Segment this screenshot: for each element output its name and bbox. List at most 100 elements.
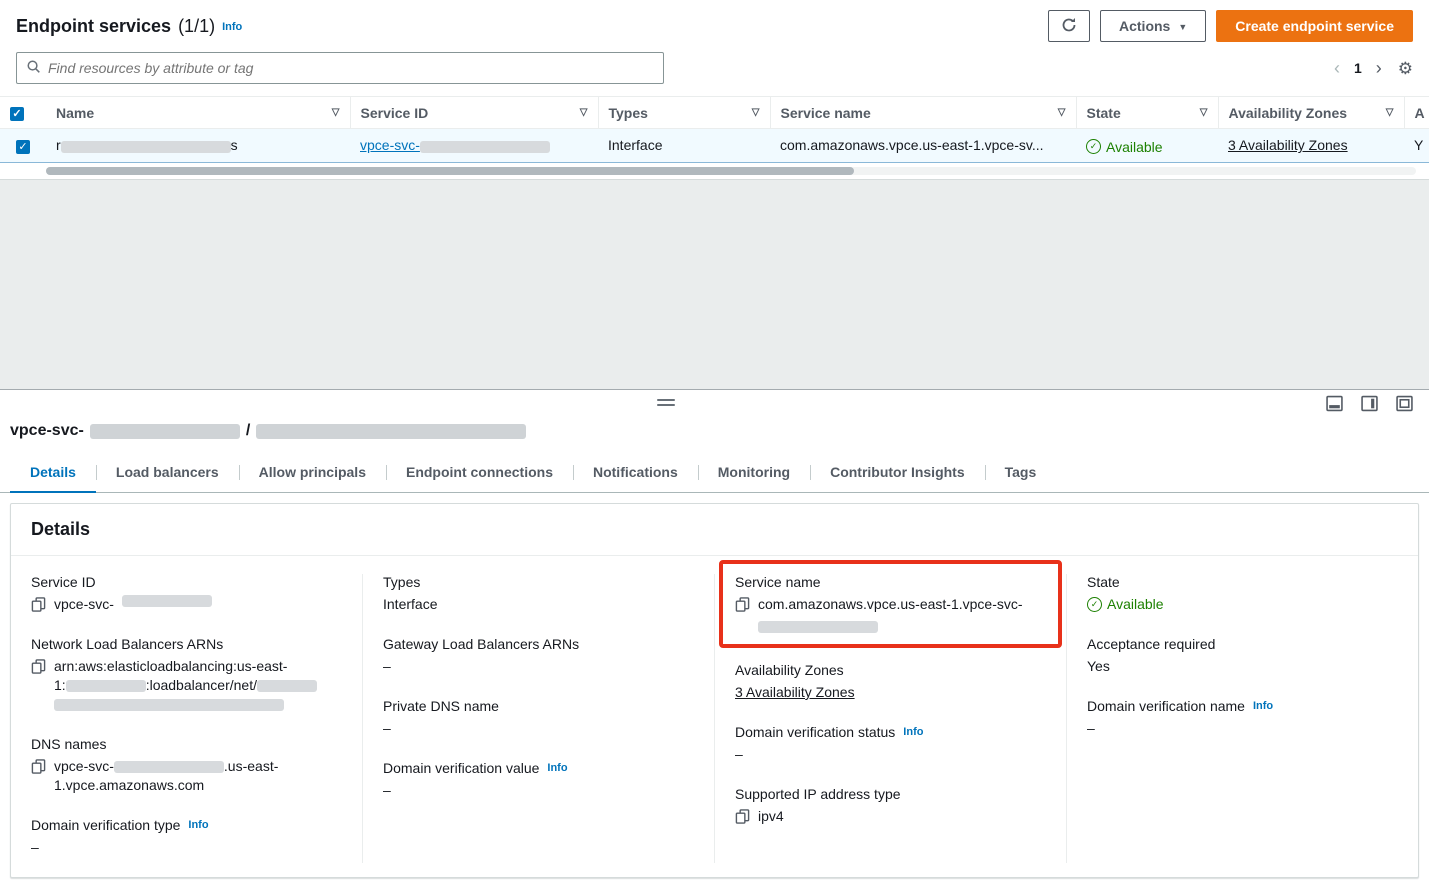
tab-bar: Details Load balancers Allow principals …	[0, 454, 1429, 493]
field-label: Domain verification type	[31, 817, 180, 833]
next-page-icon[interactable]: ›	[1376, 59, 1382, 77]
field-acceptance-required: Acceptance required Yes	[1087, 636, 1398, 676]
dns-value: vpce-svc-.us-east- 1.vpce.amazonaws.com	[54, 757, 278, 795]
info-link[interactable]: Info	[547, 762, 567, 774]
search-box	[16, 52, 664, 84]
cell-availability-zones: 3 Availability Zones	[1218, 129, 1404, 163]
horizontal-scrollbar[interactable]	[46, 167, 1416, 175]
redacted-text	[54, 699, 284, 711]
filter-icon[interactable]: ▽	[1200, 107, 1208, 118]
actions-button[interactable]: Actions ▼	[1100, 10, 1206, 42]
panel-title-text: vpce-svc-	[10, 422, 84, 440]
column-label: Availability Zones	[1229, 105, 1348, 121]
copy-icon[interactable]	[735, 809, 750, 824]
column-header-acceptance-clipped[interactable]: A	[1404, 97, 1429, 129]
copy-icon[interactable]	[31, 659, 46, 674]
info-link[interactable]: Info	[188, 819, 208, 831]
page-number[interactable]: 1	[1354, 60, 1362, 76]
details-heading: Details	[31, 519, 1398, 540]
table-row[interactable]: ✓ rs vpce-svc- Interface com.amazonaws.v…	[0, 129, 1429, 163]
panel-position-side-icon[interactable]	[1361, 395, 1378, 412]
column-header-service-name[interactable]: Service name ▽	[770, 97, 1076, 129]
copy-icon[interactable]	[31, 759, 46, 774]
field-value-text: com.amazonaws.vpce.us-east-1.vpce-svc-	[758, 596, 1023, 612]
field-gateway-lb-arns: Gateway Load Balancers ARNs –	[383, 636, 694, 676]
field-label: Service ID	[31, 574, 96, 590]
field-label: Network Load Balancers ARNs	[31, 636, 223, 652]
search-input[interactable]	[48, 60, 654, 76]
gear-icon[interactable]: ⚙	[1398, 60, 1413, 77]
field-service-id: Service ID vpce-svc-	[31, 574, 342, 614]
panel-top-strip	[0, 390, 1429, 416]
service-name-value: com.amazonaws.vpce.us-east-1.vpce-svc-	[758, 595, 1023, 636]
field-label: Domain verification status	[735, 724, 895, 740]
select-all-checkbox[interactable]: ✓	[10, 107, 24, 121]
tab-monitoring[interactable]: Monitoring	[698, 454, 810, 492]
field-value-text: Yes	[1087, 657, 1110, 676]
column-header-name[interactable]: Name▽	[46, 97, 350, 129]
field-label: Domain verification value	[383, 760, 539, 776]
service-id-link[interactable]: vpce-svc-	[360, 137, 550, 153]
column-header-service-id[interactable]: Service ID▽	[350, 97, 598, 129]
panel-drag-handle[interactable]	[657, 399, 675, 406]
tab-contributor-insights[interactable]: Contributor Insights	[810, 454, 985, 492]
title-group: Endpoint services (1/1) Info	[16, 16, 242, 37]
cell-state: ✓ Available	[1076, 129, 1218, 163]
field-label: Private DNS name	[383, 698, 499, 714]
tab-allow-principals[interactable]: Allow principals	[239, 454, 386, 492]
check-circle-icon: ✓	[1087, 597, 1102, 612]
tab-tags[interactable]: Tags	[985, 454, 1057, 492]
tab-notifications[interactable]: Notifications	[573, 454, 698, 492]
tab-load-balancers[interactable]: Load balancers	[96, 454, 239, 492]
availability-zones-link[interactable]: 3 Availability Zones	[735, 683, 855, 702]
row-select-cell: ✓	[0, 129, 46, 163]
details-column-3: Service name com.amazonaws.vpce.us-east-…	[714, 574, 1066, 863]
tab-endpoint-connections[interactable]: Endpoint connections	[386, 454, 573, 492]
field-supported-ip-type: Supported IP address type ipv4	[735, 786, 1046, 826]
column-label: A	[1415, 105, 1425, 121]
create-endpoint-service-button[interactable]: Create endpoint service	[1216, 10, 1413, 42]
refresh-button[interactable]	[1048, 10, 1090, 42]
panel-position-bottom-icon[interactable]	[1326, 395, 1343, 412]
filter-icon[interactable]: ▽	[1386, 107, 1394, 118]
field-label: DNS names	[31, 736, 106, 752]
field-value-text: vpce-svc-	[54, 595, 114, 614]
filter-icon[interactable]: ▽	[332, 107, 340, 118]
filter-icon[interactable]: ▽	[1058, 107, 1066, 118]
resource-count: (1/1)	[178, 16, 215, 37]
info-link[interactable]: Info	[903, 726, 923, 738]
availability-zones-link[interactable]: 3 Availability Zones	[1228, 137, 1348, 153]
horizontal-scrollbar-thumb[interactable]	[46, 167, 854, 175]
field-label: Availability Zones	[735, 662, 844, 678]
filter-icon[interactable]: ▽	[580, 107, 588, 118]
field-value-text: –	[1087, 719, 1095, 738]
previous-page-icon[interactable]: ‹	[1334, 59, 1340, 77]
column-header-availability-zones[interactable]: Availability Zones ▽	[1218, 97, 1404, 129]
chevron-down-icon: ▼	[1178, 22, 1187, 32]
panel-title-separator: /	[246, 422, 250, 440]
cell-types: Interface	[598, 129, 770, 163]
column-label: State	[1087, 105, 1121, 121]
field-domain-verification-status: Domain verification status Info –	[735, 724, 1046, 764]
row-checkbox[interactable]: ✓	[16, 140, 30, 154]
column-header-state[interactable]: State ▽	[1076, 97, 1218, 129]
field-label: Supported IP address type	[735, 786, 901, 802]
status-badge: ✓ Available	[1087, 595, 1164, 614]
pagination: ‹ 1 ›	[1334, 59, 1382, 77]
cell-name: rs	[46, 129, 350, 163]
panel-fullscreen-icon[interactable]	[1396, 395, 1413, 412]
copy-icon[interactable]	[31, 597, 46, 612]
copy-icon[interactable]	[735, 597, 750, 612]
filter-icon[interactable]: ▽	[752, 107, 760, 118]
panel-title: vpce-svc- /	[0, 416, 1429, 454]
tab-details[interactable]: Details	[10, 454, 96, 493]
info-link[interactable]: Info	[222, 21, 242, 33]
redacted-text	[257, 680, 317, 692]
details-column-2: Types Interface Gateway Load Balancers A…	[362, 574, 714, 863]
column-label: Service name	[781, 105, 871, 121]
info-link[interactable]: Info	[1253, 700, 1273, 712]
header-actions: Actions ▼ Create endpoint service	[1048, 10, 1413, 42]
service-id-text: vpce-svc-	[360, 137, 420, 153]
column-header-types[interactable]: Types▽	[598, 97, 770, 129]
field-domain-verification-name: Domain verification name Info –	[1087, 698, 1398, 738]
